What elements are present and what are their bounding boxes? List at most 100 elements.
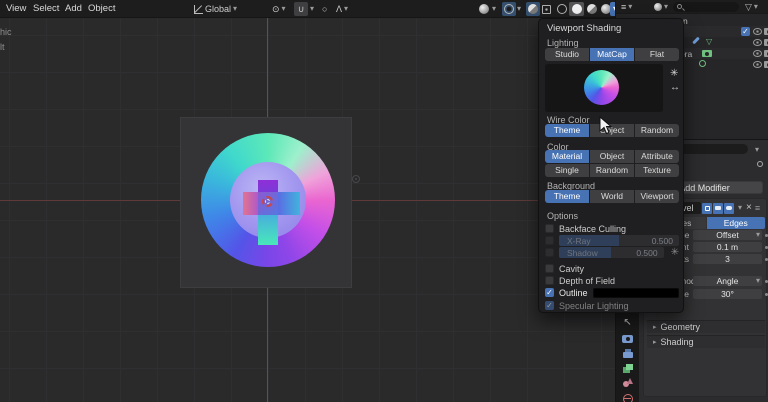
- shadow-checkbox[interactable]: [545, 248, 554, 257]
- hide-eye-icon[interactable]: [753, 50, 762, 57]
- panel-geometry[interactable]: ▸ Geometry: [647, 320, 765, 333]
- panel-arrow-icon: ▸: [653, 338, 657, 346]
- bg-viewport-button[interactable]: Viewport: [635, 190, 679, 203]
- backface-culling-row: Backface Culling: [545, 223, 679, 234]
- menu-object[interactable]: Object: [88, 3, 115, 14]
- modifier-extras-dropdown[interactable]: ▾: [738, 204, 742, 212]
- bg-world-button[interactable]: World: [590, 190, 634, 203]
- mouse-cursor: [599, 116, 612, 135]
- bg-theme-button[interactable]: Theme: [545, 190, 589, 203]
- wire-theme-button[interactable]: Theme: [545, 124, 589, 137]
- lighting-matcap-button[interactable]: MatCap: [590, 48, 634, 61]
- color-material-button[interactable]: Material: [545, 150, 589, 163]
- chevron-down-icon: ▾: [756, 277, 760, 285]
- render-visibility-icon[interactable]: [764, 61, 768, 68]
- backface-culling-checkbox[interactable]: [545, 224, 554, 233]
- realtime-display-toggle[interactable]: [713, 203, 723, 214]
- cross-object-bottom-arm[interactable]: [258, 215, 278, 245]
- world-icon: [623, 394, 633, 402]
- transform-orientation-dropdown[interactable]: Global ▾: [194, 2, 237, 16]
- color-texture-button[interactable]: Texture: [635, 164, 679, 177]
- color-attribute-button[interactable]: Attribute: [635, 150, 679, 163]
- matcap-preview-well[interactable]: [545, 64, 663, 112]
- xray-checkbox[interactable]: [545, 236, 554, 245]
- shading-material-button[interactable]: [584, 2, 599, 16]
- lighting-flat-button[interactable]: Flat: [635, 48, 679, 61]
- wire-random-button[interactable]: Random: [635, 124, 679, 137]
- chevron-down-icon: ▾: [756, 231, 760, 239]
- xray-slider[interactable]: X-Ray 0.500: [559, 235, 679, 246]
- display-mode-dropdown[interactable]: ▾: [654, 0, 668, 14]
- gear-icon[interactable]: ✳: [671, 248, 679, 258]
- hide-eye-icon[interactable]: [753, 28, 762, 35]
- shadow-slider-label: Shadow: [567, 248, 598, 258]
- tab-tool[interactable]: ↖: [621, 316, 634, 329]
- proportional-falloff-dropdown[interactable]: Λ ▾: [336, 2, 348, 16]
- cavity-checkbox[interactable]: [545, 264, 554, 273]
- background-segmented-control: Theme World Viewport: [545, 190, 679, 203]
- render-visibility-icon[interactable]: [764, 50, 768, 57]
- tab-scene[interactable]: [621, 376, 634, 389]
- width-type-dropdown[interactable]: Offset▾: [693, 230, 762, 240]
- xray-slider-value: 0.500: [652, 236, 673, 246]
- outline-checkbox[interactable]: ✓: [545, 288, 554, 297]
- outliner-search-input[interactable]: [673, 2, 739, 12]
- show-gizmo-toggle[interactable]: [477, 2, 491, 16]
- pivot-point-dropdown[interactable]: ⊙ ▾: [272, 2, 286, 16]
- flip-matcap-icon[interactable]: ↔: [670, 83, 680, 93]
- amount-input[interactable]: 0.1 m: [693, 242, 762, 252]
- matcap-sphere-preview[interactable]: [584, 70, 619, 105]
- shading-wireframe-button[interactable]: [554, 2, 569, 16]
- viewport-3d[interactable]: phic ult View Select Add Object Global ▾…: [0, 0, 615, 402]
- close-icon[interactable]: ×: [746, 203, 752, 213]
- snap-magnet-toggle[interactable]: ∪: [294, 2, 308, 16]
- drag-handle-icon[interactable]: ≡: [755, 204, 760, 213]
- angle-input[interactable]: 30°: [693, 289, 762, 299]
- gear-icon[interactable]: ✳: [670, 69, 678, 79]
- snap-settings-dropdown[interactable]: ▾: [310, 2, 314, 16]
- render-display-toggle[interactable]: [724, 203, 734, 214]
- editor-type-dropdown[interactable]: ≡ ▾: [621, 0, 632, 14]
- shading-solid-button[interactable]: [569, 2, 584, 16]
- tab-view-layer[interactable]: [621, 362, 634, 375]
- proportional-editing-toggle[interactable]: ○: [322, 2, 327, 16]
- menu-select[interactable]: Select: [33, 3, 59, 14]
- hide-eye-icon[interactable]: [753, 61, 762, 68]
- cross-object-left-arm[interactable]: [243, 192, 258, 215]
- pin-icon[interactable]: [757, 161, 763, 167]
- cross-object-right-arm[interactable]: [278, 192, 300, 215]
- light-object-icon[interactable]: [352, 175, 360, 183]
- collection-enable-checkbox[interactable]: ✓: [741, 27, 750, 36]
- hide-eye-icon[interactable]: [753, 39, 762, 46]
- wire-object-button[interactable]: Object: [590, 124, 634, 137]
- render-visibility-icon[interactable]: [764, 28, 768, 35]
- shadow-slider[interactable]: Shadow 0.500: [559, 247, 664, 258]
- depth-of-field-checkbox[interactable]: [545, 276, 554, 285]
- tab-output[interactable]: [621, 348, 634, 361]
- lighting-studio-button[interactable]: Studio: [545, 48, 589, 61]
- specular-lighting-checkbox[interactable]: ✓: [545, 301, 554, 310]
- color-object-button[interactable]: Object: [590, 150, 634, 163]
- filter-dropdown[interactable]: ▽ ▾: [745, 0, 758, 14]
- tab-world[interactable]: [621, 392, 634, 402]
- magnet-icon: ∪: [298, 4, 305, 15]
- viewport-canvas[interactable]: phic ult: [0, 18, 615, 402]
- segments-input[interactable]: 3: [693, 254, 762, 264]
- menu-view[interactable]: View: [6, 3, 26, 14]
- tab-render[interactable]: [621, 332, 634, 345]
- edit-mode-display-toggle[interactable]: [702, 203, 712, 214]
- chevron-down-icon[interactable]: ▾: [755, 146, 759, 154]
- xray-mode-button[interactable]: [539, 2, 554, 16]
- tab-edges[interactable]: Edges: [707, 217, 766, 229]
- outline-color-swatch[interactable]: [593, 288, 679, 298]
- color-random-button[interactable]: Random: [590, 164, 634, 177]
- limit-method-dropdown[interactable]: Angle▾: [693, 276, 762, 286]
- overlays-dropdown[interactable]: ▾: [517, 2, 521, 16]
- color-single-button[interactable]: Single: [545, 164, 589, 177]
- render-visibility-icon[interactable]: [764, 39, 768, 46]
- toggle-xray-button[interactable]: [526, 2, 540, 16]
- gizmo-dropdown[interactable]: ▾: [492, 2, 496, 16]
- show-overlays-toggle[interactable]: [502, 2, 516, 16]
- menu-add[interactable]: Add: [65, 3, 82, 14]
- panel-shading[interactable]: ▸ Shading: [647, 335, 765, 348]
